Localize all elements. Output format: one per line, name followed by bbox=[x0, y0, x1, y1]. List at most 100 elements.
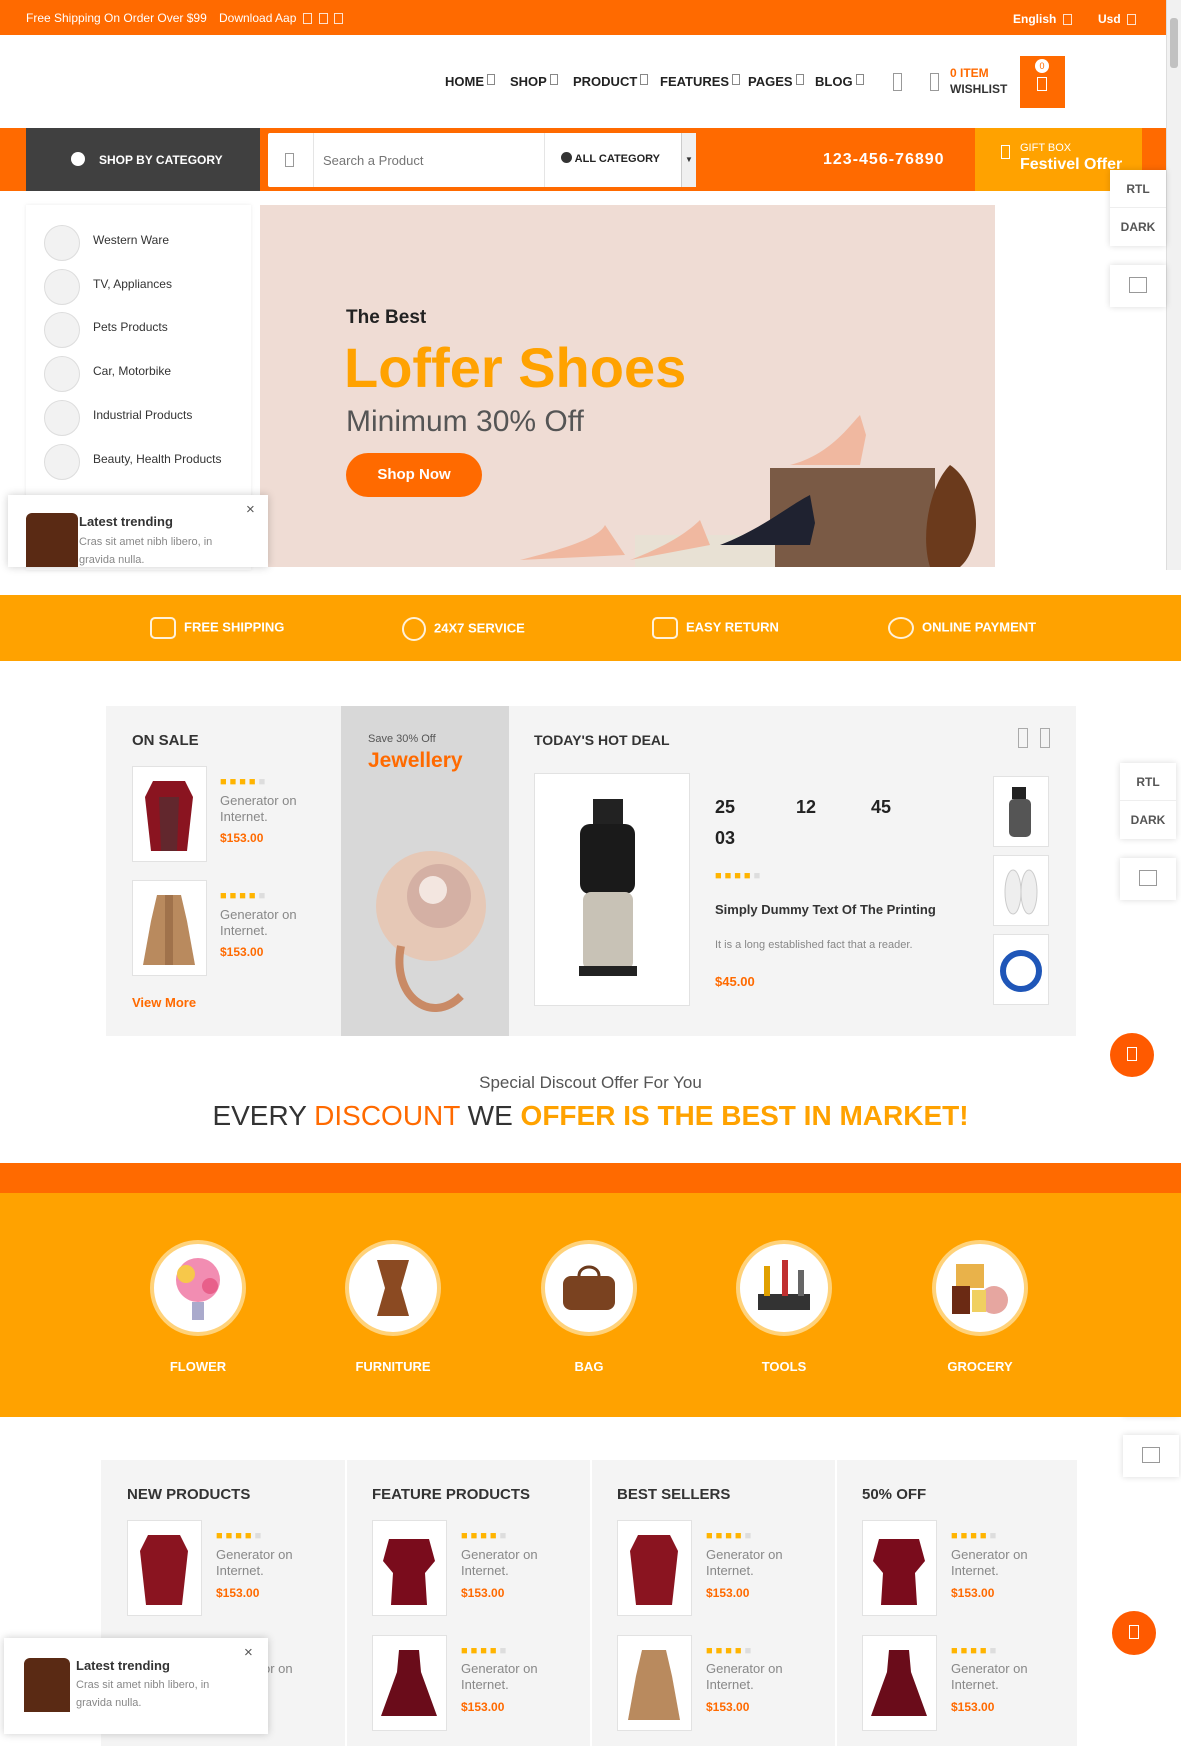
top-bar: Free Shipping On Order Over $99 Download… bbox=[0, 0, 1166, 35]
phone-number: 123-456-76890 bbox=[823, 151, 945, 168]
furniture-label[interactable]: FURNITURE bbox=[333, 1359, 453, 1374]
rating-stars: ■■■■■ bbox=[220, 776, 269, 788]
nav-home[interactable]: HOME bbox=[445, 74, 495, 89]
hot-deal-product-title[interactable]: Simply Dummy Text Of The Printing bbox=[715, 902, 936, 917]
nav-blog[interactable]: BLOG bbox=[815, 74, 864, 89]
headset-icon bbox=[888, 617, 914, 639]
clock-24-icon bbox=[402, 617, 426, 641]
feature-free-shipping: FREE SHIPPING bbox=[150, 617, 284, 639]
shoes-image bbox=[520, 415, 977, 567]
tools-category-image[interactable] bbox=[736, 1240, 832, 1336]
bag-category-image[interactable] bbox=[541, 1240, 637, 1336]
shoe-thumbnail bbox=[26, 513, 78, 567]
rating-stars: ■■■■■ bbox=[461, 1645, 510, 1657]
close-icon[interactable]: × bbox=[246, 501, 255, 518]
truck-icon bbox=[150, 617, 176, 639]
currency-select[interactable]: Usd bbox=[1098, 12, 1137, 26]
rating-stars: ■■■■■ bbox=[706, 1530, 755, 1542]
product-thumb[interactable] bbox=[372, 1520, 447, 1616]
bag-label[interactable]: BAG bbox=[529, 1359, 649, 1374]
chevron-left-icon[interactable] bbox=[1018, 728, 1028, 748]
android-icon bbox=[318, 13, 328, 25]
chat-fab-button[interactable] bbox=[1110, 1033, 1154, 1077]
hot-deal-thumb[interactable] bbox=[993, 934, 1049, 1005]
grocery-label[interactable]: GROCERY bbox=[920, 1359, 1040, 1374]
wishlist-link[interactable]: 0 ITEM WISHLIST bbox=[950, 66, 1007, 96]
shop-by-category-button[interactable]: SHOP BY CATEGORY bbox=[26, 128, 260, 191]
chevron-down-icon[interactable]: ▼ bbox=[681, 133, 696, 187]
hot-deal-title: TODAY'S HOT DEAL bbox=[534, 732, 670, 748]
rating-stars: ■■■■■ bbox=[951, 1530, 1000, 1542]
product-thumb[interactable] bbox=[372, 1635, 447, 1731]
scrollbar[interactable] bbox=[1166, 0, 1181, 570]
new-products-title: NEW PRODUCTS bbox=[127, 1486, 251, 1503]
category-industrial-products[interactable]: Industrial Products bbox=[44, 400, 192, 436]
cart-button[interactable]: 0 bbox=[1020, 56, 1065, 108]
hero-title: Loffer Shoes bbox=[344, 336, 687, 399]
card-icon bbox=[652, 617, 678, 639]
all-category-select[interactable]: ALL CATEGORY bbox=[561, 152, 660, 165]
product-thumb[interactable] bbox=[617, 1635, 692, 1731]
product-thumb[interactable] bbox=[127, 1520, 202, 1616]
product-thumb[interactable] bbox=[132, 766, 207, 862]
rtl-toggle[interactable]: RTL bbox=[1120, 763, 1176, 801]
nav-pages[interactable]: PAGES bbox=[748, 74, 804, 89]
on-sale-title: ON SALE bbox=[132, 732, 199, 749]
hot-deal-image[interactable] bbox=[534, 773, 690, 1006]
product-thumb[interactable] bbox=[617, 1520, 692, 1616]
hot-deal-thumb[interactable] bbox=[993, 776, 1049, 847]
feature-easy-return: EASY RETURN bbox=[652, 617, 779, 639]
flower-label[interactable]: FLOWER bbox=[138, 1359, 258, 1374]
product-thumb[interactable] bbox=[862, 1520, 937, 1616]
flower-category-image[interactable] bbox=[150, 1240, 246, 1336]
globe-icon bbox=[71, 152, 85, 166]
rtl-toggle[interactable]: RTL bbox=[1110, 170, 1166, 208]
heart-icon[interactable] bbox=[930, 73, 939, 91]
gear-icon bbox=[1129, 277, 1147, 293]
settings-button[interactable] bbox=[1110, 265, 1166, 307]
hero-banner: The Best Loffer Shoes Minimum 30% Off Sh… bbox=[260, 205, 995, 567]
search-icon[interactable] bbox=[893, 73, 902, 91]
shop-now-button[interactable]: Shop Now bbox=[346, 453, 482, 497]
rating-stars: ■■■■■ bbox=[706, 1645, 755, 1657]
chat-fab-button[interactable] bbox=[1112, 1611, 1156, 1655]
nav-product[interactable]: PRODUCT bbox=[573, 74, 649, 89]
grocery-category-image[interactable] bbox=[932, 1240, 1028, 1336]
nav-features[interactable]: FEATURES bbox=[660, 74, 741, 89]
dark-toggle[interactable]: DARK bbox=[1110, 208, 1166, 246]
tools-label[interactable]: TOOLS bbox=[724, 1359, 844, 1374]
gear-icon bbox=[1142, 1447, 1160, 1463]
category-pets-products[interactable]: Pets Products bbox=[44, 312, 168, 348]
chevron-right-icon[interactable] bbox=[1040, 728, 1050, 748]
search-input[interactable] bbox=[323, 147, 528, 173]
fifty-off-title: 50% OFF bbox=[862, 1486, 927, 1503]
side-switcher-2: RTL DARK bbox=[1120, 763, 1176, 839]
chevron-down-icon bbox=[1063, 14, 1073, 26]
nav-shop[interactable]: SHOP bbox=[510, 74, 558, 89]
feature-products-title: FEATURE PRODUCTS bbox=[372, 1486, 531, 1503]
language-select[interactable]: English bbox=[1013, 12, 1073, 26]
view-more-link[interactable]: View More bbox=[132, 995, 196, 1010]
category-tv-appliances[interactable]: TV, Appliances bbox=[44, 269, 172, 305]
cart-count-badge: 0 bbox=[1035, 59, 1049, 73]
category-western-ware[interactable]: Western Ware bbox=[44, 225, 169, 261]
product-thumb[interactable] bbox=[862, 1635, 937, 1731]
jewellery-banner[interactable]: Save 30% Off Jewellery bbox=[341, 706, 509, 1036]
furniture-category-image[interactable] bbox=[345, 1240, 441, 1336]
shoe-thumbnail bbox=[24, 1658, 70, 1712]
product-thumb[interactable] bbox=[132, 880, 207, 976]
settings-button[interactable] bbox=[1123, 1435, 1179, 1477]
countdown-seconds: 03 bbox=[715, 828, 736, 848]
discount-kicker: Special Discout Offer For You bbox=[479, 1073, 702, 1092]
close-icon[interactable]: × bbox=[244, 1644, 253, 1661]
category-beauty-health[interactable]: Beauty, Health Products bbox=[44, 444, 222, 480]
download-app-link[interactable]: Download Aap bbox=[219, 11, 344, 25]
category-car-motorbike[interactable]: Car, Motorbike bbox=[44, 356, 171, 392]
cart-icon bbox=[1037, 77, 1047, 91]
hot-deal-thumb[interactable] bbox=[993, 855, 1049, 926]
trending-popup: Latest trending Cras sit amet nibh liber… bbox=[4, 1638, 268, 1734]
dark-toggle[interactable]: DARK bbox=[1120, 801, 1176, 839]
settings-button[interactable] bbox=[1120, 858, 1176, 900]
chat-icon bbox=[1127, 1047, 1137, 1061]
orange-strip bbox=[0, 1163, 1181, 1195]
